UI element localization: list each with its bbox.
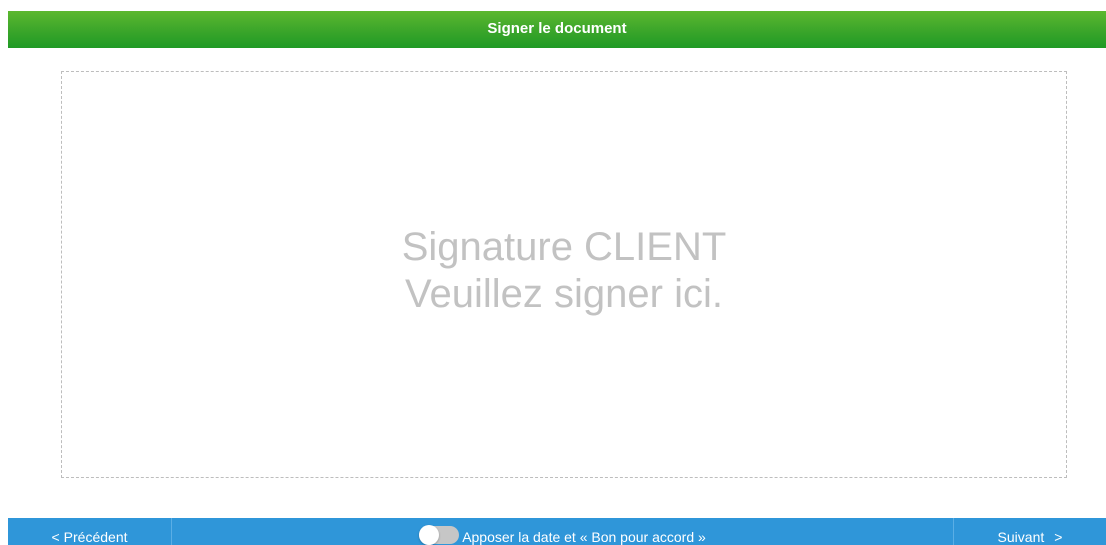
- previous-button-label: Précédent: [63, 529, 128, 545]
- footer-toolbar: < Précédent Apposer la date et « Bon pou…: [8, 518, 1106, 545]
- header-bar: Signer le document: [8, 11, 1106, 48]
- date-approval-label: Apposer la date et « Bon pour accord »: [462, 529, 706, 545]
- next-button[interactable]: Suivant >: [953, 518, 1106, 545]
- page-title: Signer le document: [487, 20, 627, 37]
- chevron-left-icon: <: [51, 529, 60, 545]
- signature-placeholder: Signature CLIENT Veuillez signer ici.: [402, 224, 727, 318]
- previous-button[interactable]: < Précédent: [8, 518, 172, 545]
- chevron-right-icon: >: [1054, 529, 1063, 545]
- signature-pad[interactable]: Signature CLIENT Veuillez signer ici.: [61, 71, 1067, 478]
- signature-placeholder-instruction: Veuillez signer ici.: [405, 271, 723, 316]
- signature-placeholder-title: Signature CLIENT: [401, 224, 727, 269]
- next-button-label: Suivant: [997, 529, 1045, 545]
- toggle-knob: [419, 525, 440, 545]
- date-approval-toggle[interactable]: [419, 525, 460, 545]
- date-approval-option: Apposer la date et « Bon pour accord »: [172, 518, 953, 545]
- sign-document-page: Signer le document Signature CLIENT Veui…: [0, 0, 1106, 545]
